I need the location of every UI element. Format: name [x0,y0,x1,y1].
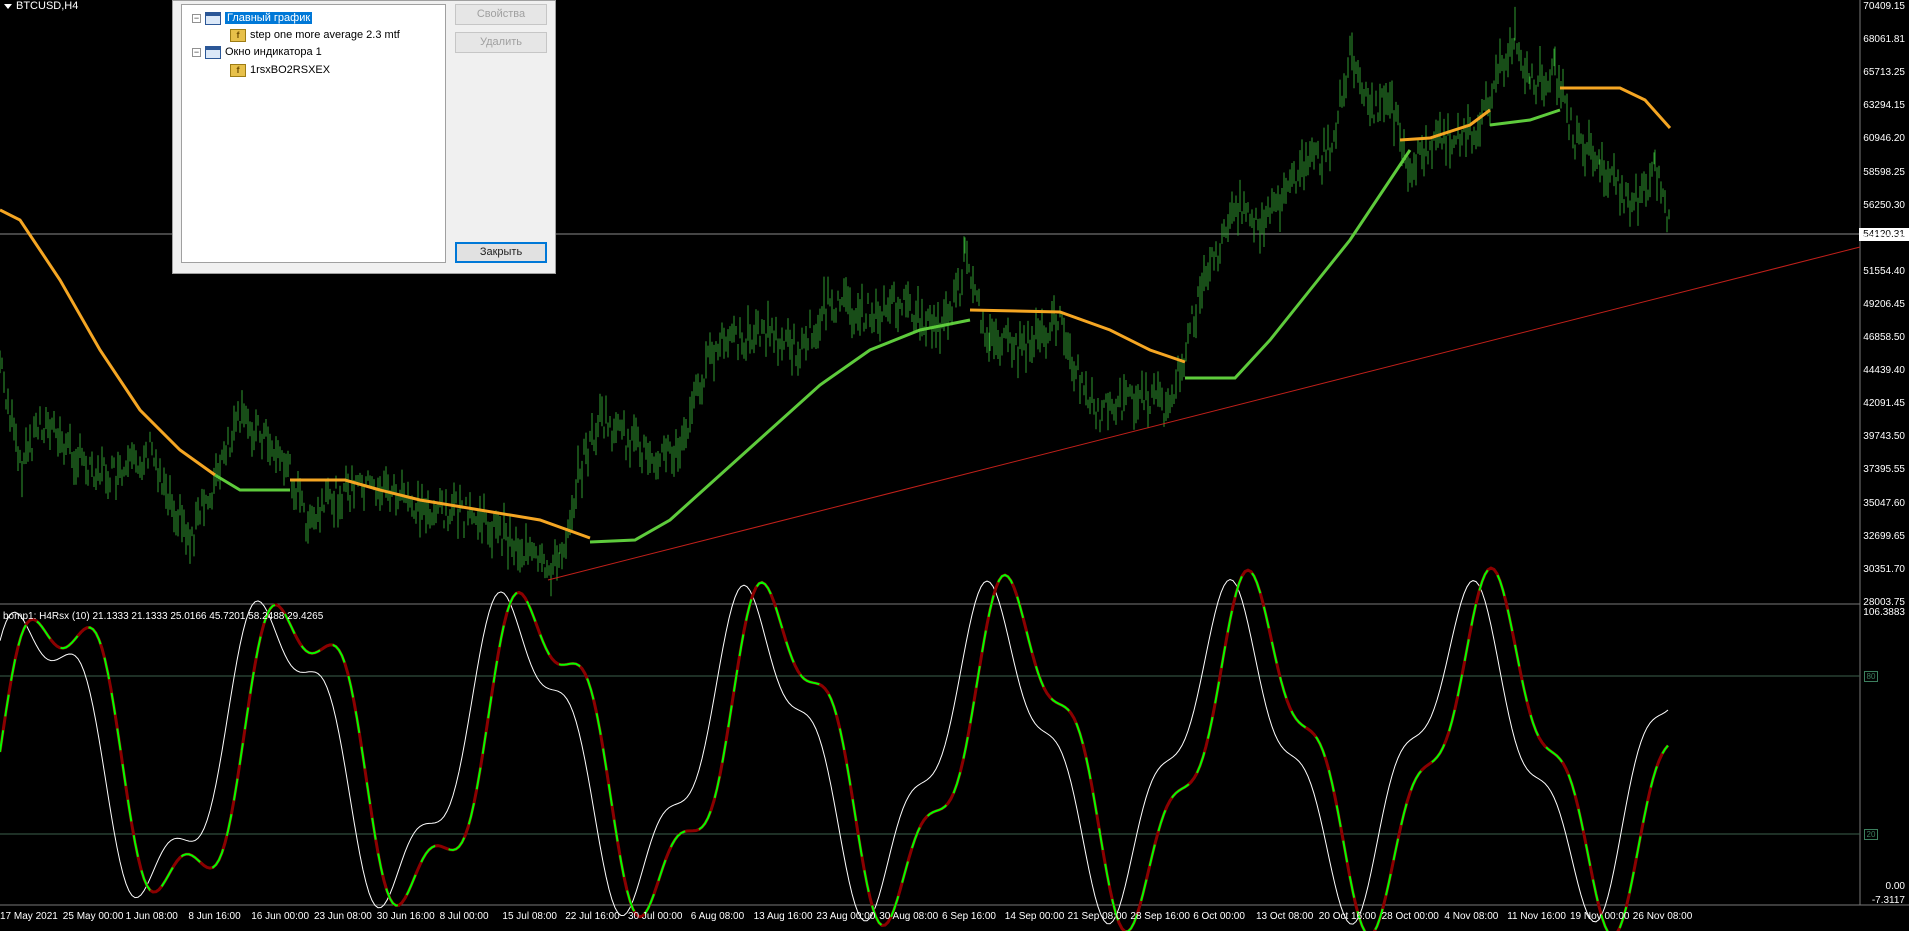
price-axis-label: 44439.40 [1863,365,1905,377]
tree-item-label: step one more average 2.3 mtf [250,29,400,41]
time-axis-label: 30 Aug 08:00 [879,911,939,922]
collapse-icon[interactable]: − [192,47,201,57]
time-axis-label: 17 May 2021 [0,911,58,922]
symbol-title: BTCUSD,H4 [16,0,79,12]
price-axis-label: 70409.15 [1863,1,1905,12]
price-axis-label: 51554.40 [1863,265,1905,277]
rsx-down-line [0,566,1670,931]
tree-item-label: Главный график [225,12,313,24]
time-axis-label: 6 Oct 00:00 [1193,911,1245,922]
time-axis-label: 23 Aug 00:00 [816,911,876,922]
price-axis-label: 49206.45 [1863,298,1905,310]
dropdown-triangle-icon[interactable] [4,3,12,9]
price-axis-label: 65713.25 [1863,67,1905,79]
time-axis-label: 22 Jul 16:00 [565,911,620,922]
time-axis-label: 23 Jun 08:00 [314,911,372,922]
level-80-marker: 80 [1864,671,1878,682]
price-axis-label: 56250.30 [1863,199,1905,211]
subwindow-axis-label: 106.3883 [1863,607,1905,618]
time-axis-label: 14 Sep 00:00 [1004,911,1065,922]
subwindow-axis-label: 0.00 [1885,881,1905,892]
indicator-icon: f [230,28,246,42]
moving-average-line [214,473,290,492]
price-axis-label: 37395.55 [1863,464,1905,476]
time-axis-label: 30 Jul 00:00 [628,911,683,922]
chart-window-icon [205,45,221,59]
price-axis-label: 53902.35 [1863,232,1905,244]
time-axis-label: 1 Jun 08:00 [125,911,178,922]
tree-item-indicator[interactable]: f 1rsxBO2RSXEX [230,62,330,78]
moving-average-line [589,318,971,544]
subwindow-indicator-label: bomp1: H4Rsx (10) 21.1333 21.1333 25.016… [3,611,324,622]
time-axis-label: 20 Oct 16:00 [1318,911,1377,922]
price-axis-label: 30351.70 [1863,563,1905,575]
tree-item-label: Окно индикатора 1 [225,46,322,58]
tree-item-label: 1rsxBO2RSXEX [250,64,331,76]
delete-button[interactable]: Удалить [455,32,547,53]
tree-item-indicator-window[interactable]: − Окно индикатора 1 [192,44,322,60]
time-axis-label: 16 Jun 00:00 [251,911,310,922]
time-axis-label: 13 Oct 08:00 [1256,911,1314,922]
time-axis-label: 6 Sep 16:00 [942,911,996,922]
time-axis-label: 30 Jun 16:00 [376,911,435,922]
price-axis-label: 68061.81 [1863,34,1905,46]
time-axis-label: 4 Nov 08:00 [1444,911,1499,922]
indicator-icon: f [230,63,246,77]
tree-item-main-chart[interactable]: − Главный график [192,10,313,26]
time-axis-label: 11 Nov 16:00 [1507,911,1566,922]
time-axis-label: 19 Nov 00:00 [1570,911,1630,922]
time-axis-label: 28 Sep 16:00 [1130,911,1190,922]
tree-item-indicator[interactable]: f step one more average 2.3 mtf [230,27,400,43]
indicators-dialog: − Главный график f step one more average… [172,0,556,274]
time-axis-label: 21 Sep 08:00 [1067,911,1128,922]
price-axis-label: 35047.60 [1863,497,1905,509]
signal-line [0,578,1669,925]
price-axis-label: 63294.15 [1863,100,1905,112]
time-axis-label: 26 Nov 08:00 [1632,911,1693,922]
price-axis-label: 39743.50 [1863,431,1905,443]
properties-button[interactable]: Свойства [455,4,547,25]
price-axis-label: 46858.50 [1863,332,1905,343]
price-axis-label: 60946.20 [1863,133,1905,145]
moving-average-line [1185,149,1412,380]
time-axis-label: 8 Jun 16:00 [188,911,241,922]
subwindow-axis-label: -7.3117 [1871,895,1905,906]
rsx-up-line [0,566,1669,931]
close-button[interactable]: Закрыть [455,242,547,263]
time-axis-label: 13 Aug 16:00 [753,911,813,922]
price-axis-label: 42091.45 [1863,398,1905,410]
trendline [547,246,1861,581]
time-axis-label: 6 Aug 08:00 [690,911,745,922]
chart-title: BTCUSD,H4 [4,0,78,12]
moving-average-line [1489,108,1561,127]
level-20-marker: 20 [1864,829,1878,840]
time-axis-label: 15 Jul 08:00 [502,911,557,922]
chart-window-icon [205,11,221,25]
time-axis-label: 28 Oct 00:00 [1381,911,1439,922]
time-axis-label: 25 May 00:00 [62,911,124,922]
price-axis-label: 32699.65 [1863,530,1905,542]
time-axis-label: 8 Jul 00:00 [439,911,489,922]
collapse-icon[interactable]: − [192,13,201,23]
price-axis-label: 58598.25 [1863,166,1905,178]
indicator-tree[interactable]: − Главный график f step one more average… [181,4,446,263]
